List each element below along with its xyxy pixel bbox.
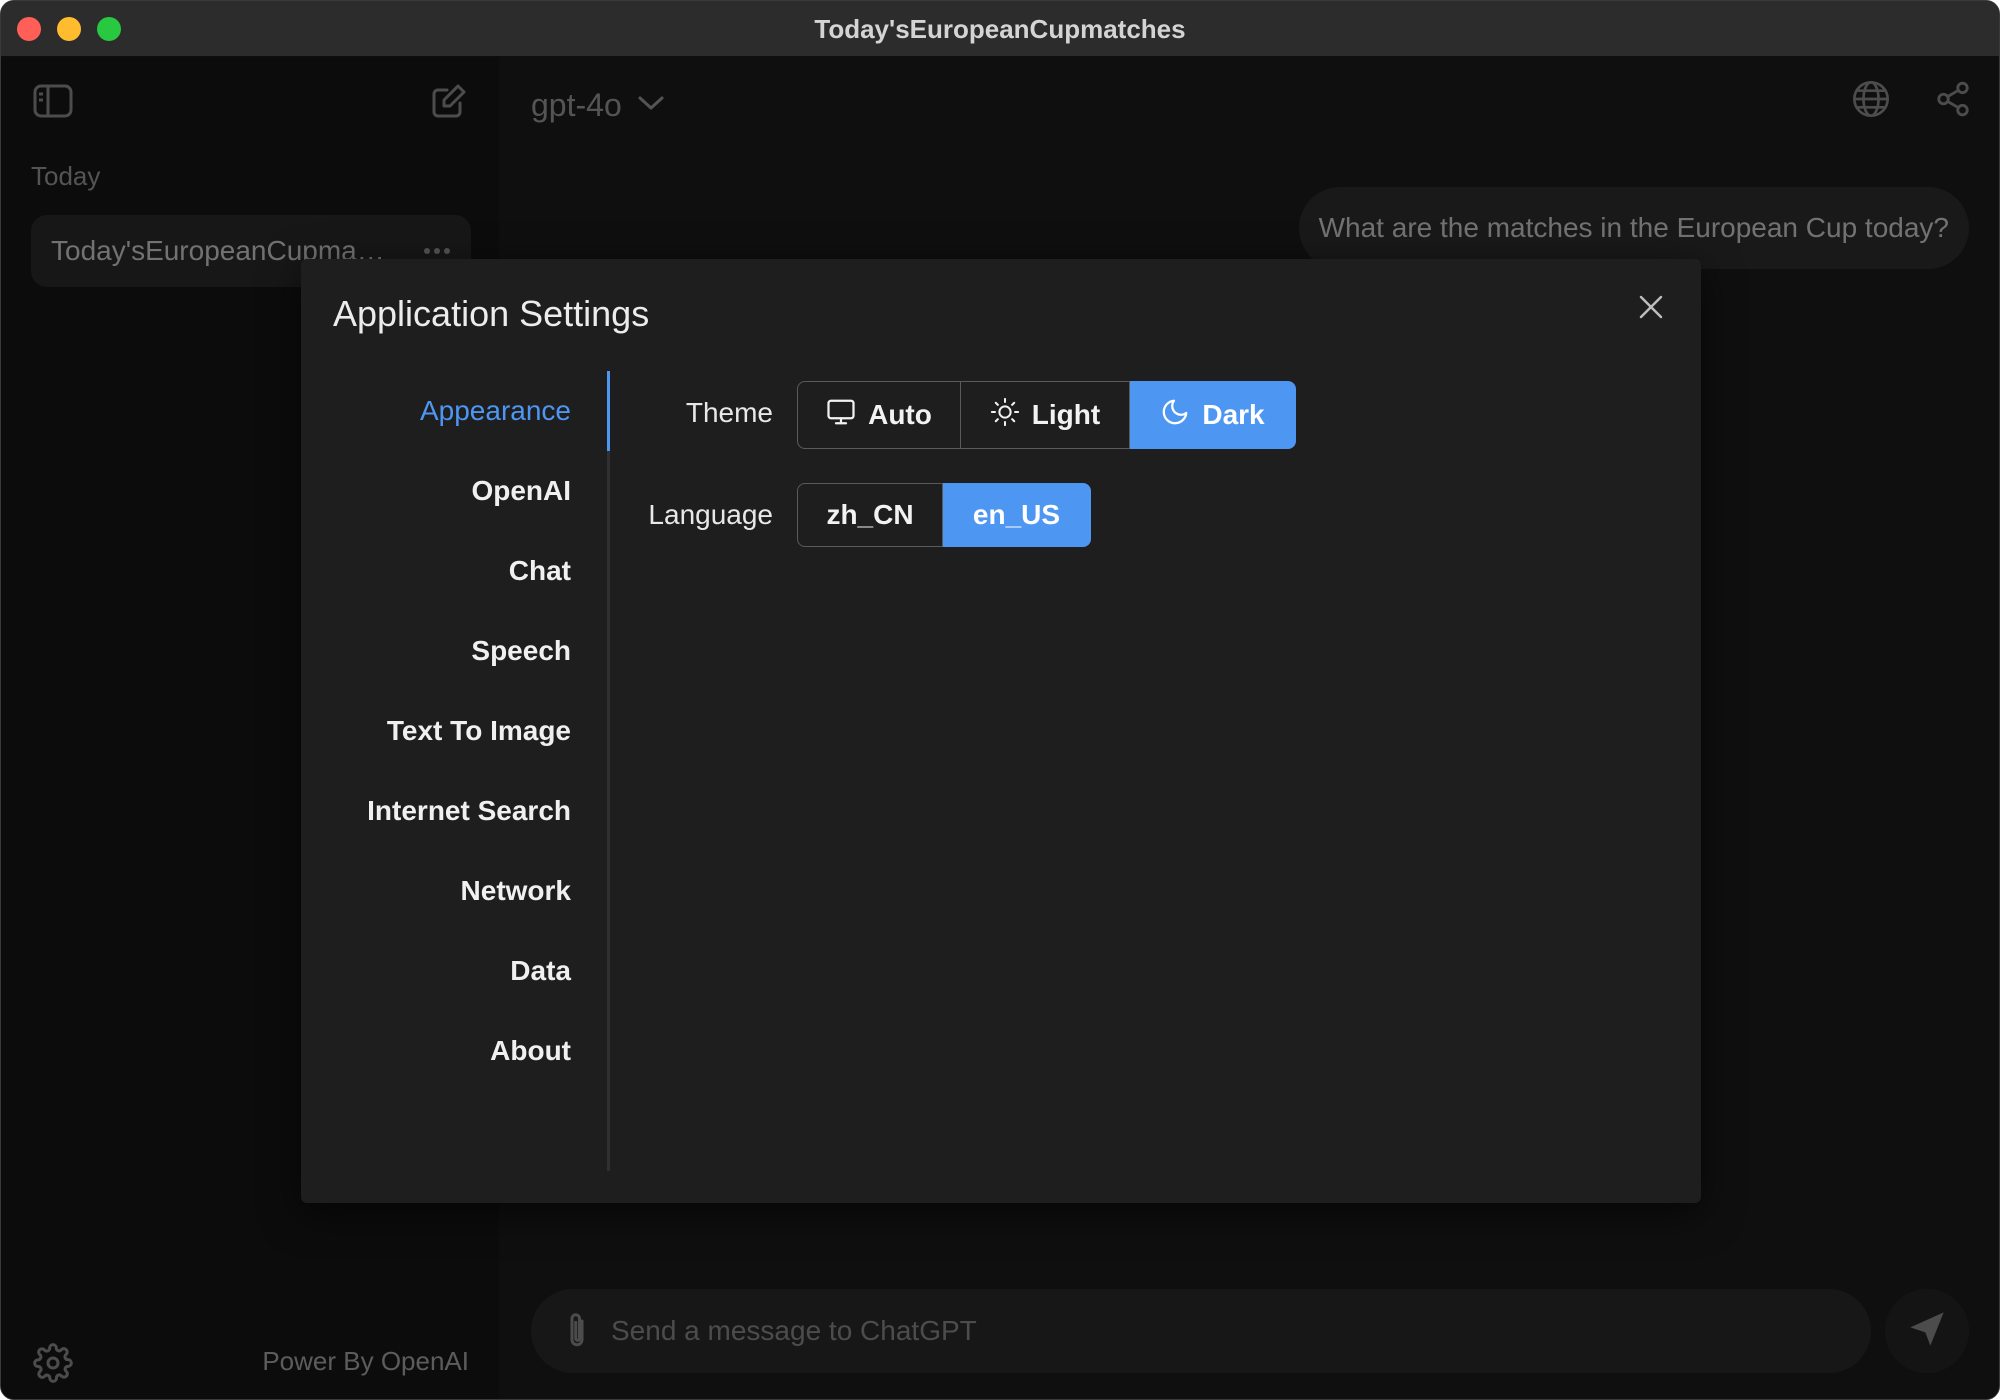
theme-option-auto-label: Auto [868,399,932,430]
theme-option-light[interactable]: Light [961,381,1130,449]
settings-nav-chat[interactable]: Chat [509,531,571,611]
language-option-zh-cn-label: zh_CN [826,499,914,530]
settings-nav-about[interactable]: About [490,1011,571,1091]
settings-nav-text-to-image[interactable]: Text To Image [387,691,571,771]
theme-segmented-control: Auto Light Dark [797,381,1296,449]
theme-option-light-label: Light [1031,399,1101,430]
close-icon[interactable] [1631,287,1671,327]
nav-divider [607,371,610,1171]
monitor-icon [826,397,856,434]
settings-nav-data[interactable]: Data [510,931,571,1011]
theme-option-auto[interactable]: Auto [797,381,961,449]
sun-icon [990,397,1020,434]
title-bar: Today'sEuropeanCupmatches [1,1,1999,57]
language-option-en-us-label: en_US [972,499,1061,530]
settings-modal: Application Settings Appearance OpenAI C… [301,259,1701,1203]
language-option-zh-cn[interactable]: zh_CN [797,483,943,547]
window-title: Today'sEuropeanCupmatches [814,14,1186,44]
settings-nav-speech[interactable]: Speech [471,611,571,691]
settings-nav-openai[interactable]: OpenAI [471,451,571,531]
settings-nav-internet-search[interactable]: Internet Search [367,771,571,851]
nav-active-indicator [607,371,610,451]
modal-title: Application Settings [333,293,650,334]
language-option-en-us[interactable]: en_US [943,483,1091,547]
settings-nav: Appearance OpenAI Chat Speech Text To Im… [301,371,611,1171]
settings-nav-network[interactable]: Network [461,851,571,931]
moon-icon [1160,397,1190,434]
language-label: Language [648,499,773,530]
theme-label: Theme [685,397,773,428]
theme-option-dark-label: Dark [1202,399,1265,430]
app-window: Today'sEuropeanCupmatches Today Today'sE… [0,0,2000,1400]
theme-option-dark[interactable]: Dark [1130,381,1296,449]
settings-nav-appearance[interactable]: Appearance [420,371,571,451]
language-segmented-control: zh_CN en_US [797,483,1091,547]
